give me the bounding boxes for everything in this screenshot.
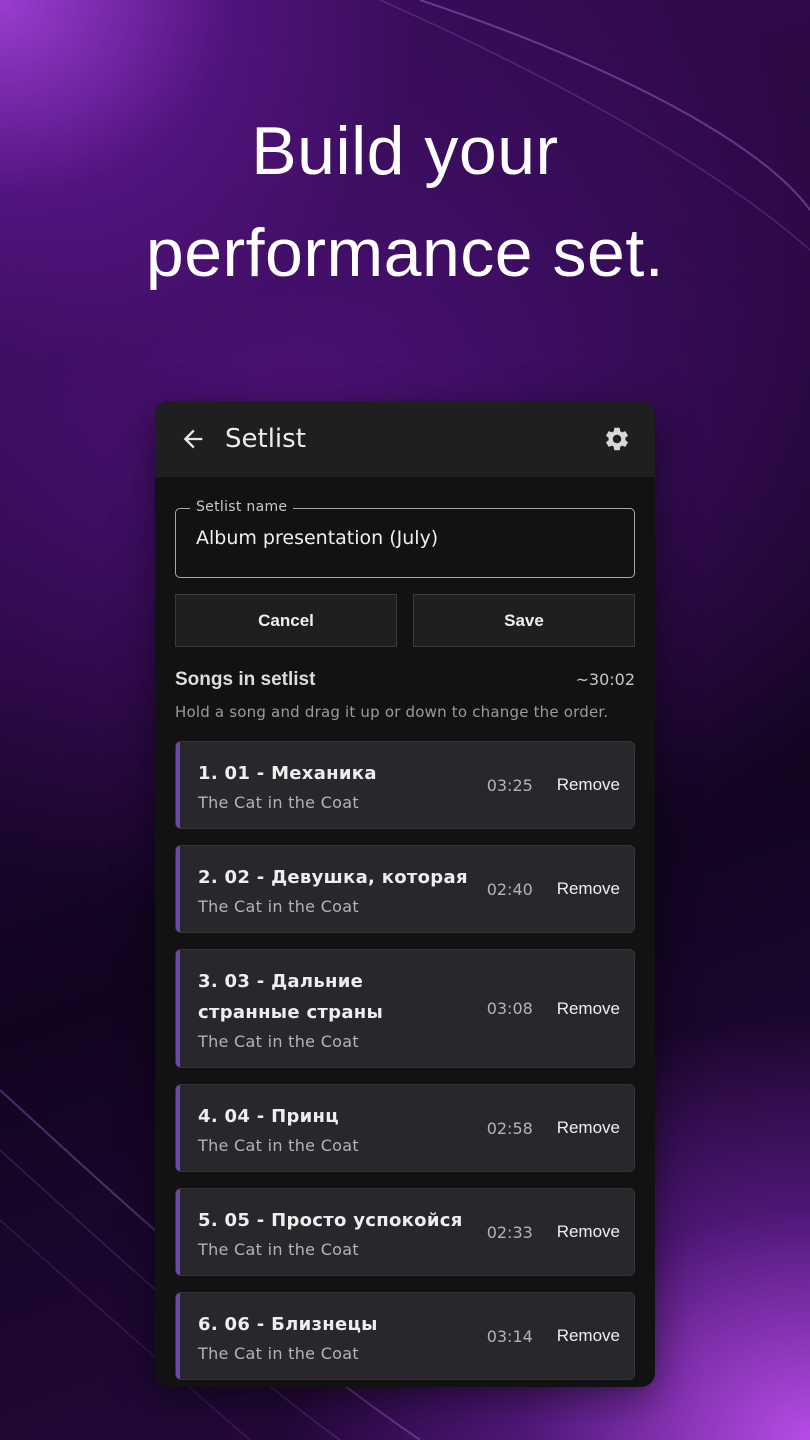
song-info: 5. 05 - Просто успокойся The Cat in the …: [198, 1205, 487, 1259]
song-artist: The Cat in the Coat: [198, 1136, 359, 1155]
song-duration: 02:58: [486, 1118, 533, 1138]
cancel-button[interactable]: Cancel: [175, 594, 397, 647]
song-list: 1. 01 - Механика The Cat in the Coat 03:…: [175, 741, 635, 1380]
remove-button[interactable]: Remove: [557, 1222, 620, 1242]
song-artist: The Cat in the Coat: [198, 1240, 359, 1259]
song-title: 1. 01 - Механика: [198, 763, 377, 784]
remove-button[interactable]: Remove: [557, 879, 620, 899]
song-info: 4. 04 - Принц The Cat in the Coat: [198, 1101, 487, 1155]
song-duration: 02:33: [486, 1222, 533, 1242]
song-title: 6. 06 - Близнецы: [198, 1314, 378, 1335]
song-info: 3. 03 - Дальние странные страны The Cat …: [198, 966, 487, 1051]
remove-button[interactable]: Remove: [557, 1326, 620, 1346]
total-duration: ~30:02: [575, 670, 635, 689]
reorder-hint: Hold a song and drag it up or down to ch…: [175, 703, 609, 721]
arrow-back-icon: [183, 429, 203, 449]
song-duration: 03:25: [486, 775, 533, 795]
songs-section-header: Songs in setlist ~30:02: [175, 669, 635, 691]
song-card[interactable]: 3. 03 - Дальние странные страны The Cat …: [175, 949, 635, 1068]
song-artist: The Cat in the Coat: [198, 897, 359, 916]
song-card[interactable]: 2. 02 - Девушка, которая The Cat in the …: [175, 845, 635, 933]
song-title: 5. 05 - Просто успокойся: [198, 1210, 463, 1231]
app-bar: Setlist: [155, 401, 655, 477]
back-button[interactable]: [177, 423, 209, 455]
song-title: 2. 02 - Девушка, которая: [198, 867, 468, 888]
song-duration: 03:14: [486, 1326, 533, 1346]
song-title: 3. 03 - Дальние странные страны: [198, 971, 384, 1023]
songs-section-title: Songs in setlist: [175, 669, 316, 690]
remove-button[interactable]: Remove: [557, 775, 620, 795]
headline-line-1: Build your: [251, 113, 559, 189]
song-info: 6. 06 - Близнецы The Cat in the Coat: [198, 1309, 487, 1363]
song-duration: 03:08: [486, 999, 533, 1018]
setlist-name-input[interactable]: [196, 527, 616, 549]
song-card[interactable]: 1. 01 - Механика The Cat in the Coat 03:…: [175, 741, 635, 829]
song-card[interactable]: 4. 04 - Принц The Cat in the Coat 02:58 …: [175, 1084, 635, 1172]
setlist-name-field[interactable]: Setlist name: [175, 499, 635, 578]
remove-button[interactable]: Remove: [557, 999, 620, 1019]
song-info: 2. 02 - Девушка, которая The Cat in the …: [198, 862, 487, 916]
song-duration: 02:40: [486, 879, 533, 899]
app-screen: Setlist Setlist name Cancel Save Songs i…: [155, 401, 655, 1387]
remove-button[interactable]: Remove: [557, 1118, 620, 1138]
save-button[interactable]: Save: [413, 594, 635, 647]
content: Setlist name Cancel Save Songs in setlis…: [155, 499, 655, 1380]
gear-icon: [606, 427, 628, 451]
song-info: 1. 01 - Механика The Cat in the Coat: [198, 758, 487, 812]
song-artist: The Cat in the Coat: [198, 1032, 359, 1051]
settings-button[interactable]: [601, 423, 633, 455]
song-card[interactable]: 5. 05 - Просто успокойся The Cat in the …: [175, 1188, 635, 1276]
song-title: 4. 04 - Принц: [198, 1106, 339, 1127]
song-artist: The Cat in the Coat: [198, 793, 359, 812]
song-card[interactable]: 6. 06 - Близнецы The Cat in the Coat 03:…: [175, 1292, 635, 1380]
headline: Build your performance set.: [0, 100, 810, 304]
song-artist: The Cat in the Coat: [198, 1344, 359, 1363]
button-row: Cancel Save: [175, 594, 635, 647]
setlist-name-label: Setlist name: [190, 499, 294, 515]
headline-line-2: performance set.: [145, 215, 665, 291]
page-title: Setlist: [225, 424, 306, 454]
